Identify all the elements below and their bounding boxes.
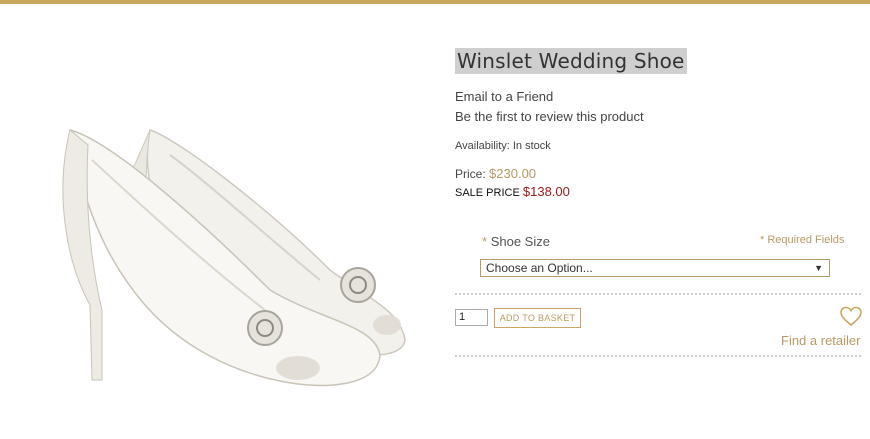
email-to-friend-link[interactable]: Email to a Friend — [455, 89, 553, 104]
product-image-wedding-shoes — [62, 128, 406, 387]
price-label: Price: — [455, 167, 486, 181]
price-value: $230.00 — [489, 166, 537, 181]
shoe-size-select[interactable]: Choose an Option... ▼ — [480, 259, 830, 277]
shoe-size-label: * Shoe Size — [482, 234, 550, 249]
quantity-input[interactable]: 1 — [455, 309, 488, 326]
divider — [455, 355, 861, 357]
shoe-size-text: Shoe Size — [490, 234, 550, 249]
sale-price-label: SALE PRICE — [455, 187, 520, 199]
required-fields-note: * Required Fields — [760, 234, 845, 246]
sale-price-value: $138.00 — [522, 184, 570, 199]
chevron-down-icon: ▼ — [814, 263, 823, 273]
top-accent-bar — [0, 0, 870, 4]
divider — [455, 293, 861, 295]
product-title: Winslet Wedding Shoe — [455, 48, 687, 74]
sale-price: SALE PRICE $138.00 — [455, 184, 570, 199]
regular-price: Price: $230.00 — [455, 166, 536, 181]
select-value: Choose an Option... — [486, 261, 593, 275]
heart-outline-icon[interactable] — [839, 305, 863, 327]
find-retailer-link[interactable]: Find a retailer — [781, 333, 860, 348]
required-asterisk: * — [482, 234, 488, 249]
write-review-link[interactable]: Be the first to review this product — [455, 109, 644, 124]
add-to-basket-button[interactable]: ADD TO BASKET — [494, 308, 581, 328]
availability-status: Availability: In stock — [455, 140, 551, 152]
